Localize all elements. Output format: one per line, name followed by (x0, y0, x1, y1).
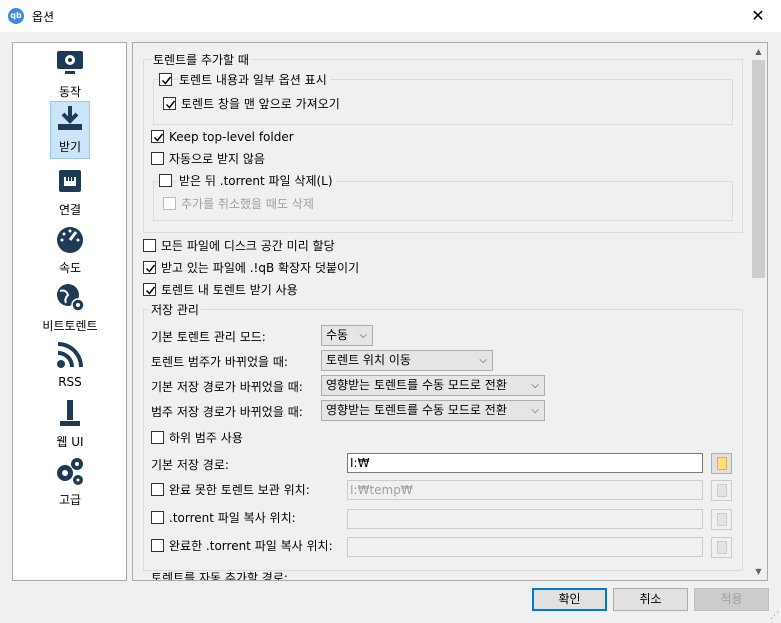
monitor-gear-icon (57, 51, 83, 74)
copy-torrent-checkbox[interactable] (151, 511, 164, 524)
globe-gear-icon (57, 284, 85, 312)
torrent-add-group-title: 토렌트를 추가할 때 (151, 51, 251, 68)
default-path-changed-combo[interactable]: 영향받는 토렌트를 수동 모드로 전환 ⌵ (321, 375, 545, 396)
incomplete-path-checkbox[interactable] (151, 483, 164, 496)
scroll-up-arrow-icon[interactable]: ▲ (750, 43, 767, 60)
sidebar-item-speed[interactable]: 속도 (50, 223, 90, 276)
title-bar: qb 옵션 ✕ (0, 0, 781, 32)
speedometer-icon (57, 227, 83, 253)
chevron-down-icon: ⌵ (531, 405, 539, 416)
subcategories-label: 하위 범주 사용 (169, 431, 243, 445)
folder-icon (717, 541, 727, 554)
mode-combo-value: 수동 (326, 328, 349, 342)
copy-torrent-browse-button (711, 509, 732, 530)
sidebar-item-label: 연결 (58, 203, 82, 217)
incomplete-path-input: I:₩temp₩ (347, 480, 703, 500)
save-path-input[interactable]: I:₩ (347, 453, 703, 473)
options-sidebar: 동작 받기 연결 속도 비트토렌트 RSS 웹 UI 고급 (12, 42, 127, 581)
bring-front-checkbox[interactable] (163, 97, 176, 110)
download-icon (58, 106, 82, 130)
sidebar-item-bittorrent[interactable]: 비트토렌트 (42, 281, 98, 334)
sidebar-item-advanced[interactable]: 고급 (50, 455, 90, 508)
recursive-download-checkbox[interactable] (143, 283, 156, 296)
category-path-changed-value: 영향받는 토렌트를 수동 모드로 전환 (326, 403, 507, 417)
incomplete-path-browse-button (711, 480, 732, 501)
chevron-down-icon: ⌵ (359, 330, 367, 341)
copy-torrent-label: .torrent 파일 복사 위치: (169, 511, 296, 525)
append-ext-checkbox[interactable] (143, 261, 156, 274)
folder-icon (717, 484, 727, 497)
recursive-download-label: 토렌트 내 토렌트 받기 사용 (161, 283, 298, 297)
sidebar-item-label: 웹 UI (56, 435, 84, 449)
ok-button[interactable]: 확인 (532, 588, 607, 611)
subcategories-checkbox[interactable] (151, 431, 164, 444)
delete-torrent-label: 받은 뒤 .torrent 파일 삭제(L) (176, 173, 336, 189)
sidebar-item-behavior[interactable]: 동작 (50, 47, 90, 100)
sidebar-item-label: 속도 (58, 261, 82, 275)
sidebar-item-webui[interactable]: 웹 UI (50, 397, 90, 450)
bring-front-label: 토렌트 창을 맨 앞으로 가져오기 (181, 97, 340, 111)
show-dialog-checkbox[interactable] (159, 73, 172, 86)
preallocate-checkbox[interactable] (143, 239, 156, 252)
no-auto-start-checkbox[interactable] (151, 152, 164, 165)
window-title: 옵션 (32, 10, 55, 24)
web-ui-icon (60, 400, 80, 426)
qbittorrent-app-icon: qb (8, 8, 24, 24)
delete-on-cancel-checkbox (163, 197, 176, 210)
chevron-down-icon: ⌵ (531, 380, 539, 391)
auto-add-group-title: 토렌트를 자동 추가할 경로: (151, 571, 288, 581)
sidebar-item-label: 비트토렌트 (42, 319, 98, 333)
no-auto-start-label: 자동으로 받지 않음 (169, 152, 265, 166)
mode-combo[interactable]: 수동 ⌵ (321, 325, 373, 346)
copy-torrent-input (347, 509, 703, 529)
category-path-changed-combo[interactable]: 영향받는 토렌트를 수동 모드로 전환 ⌵ (321, 400, 545, 421)
resize-grip-icon[interactable]: ⋰ (770, 611, 779, 621)
incomplete-path-label: 완료 못한 토렌트 보관 위치: (169, 483, 310, 497)
sidebar-item-label: 고급 (58, 493, 82, 507)
category-changed-label: 토렌트 범주가 바뀌었을 때: (151, 355, 288, 369)
save-path-browse-button[interactable] (711, 453, 732, 474)
content-scrollbar[interactable]: ▲ ▼ (750, 43, 767, 580)
save-path-label: 기본 저장 경로: (151, 458, 229, 472)
append-ext-label: 받고 있는 파일에 .!qB 확장자 덧붙이기 (161, 261, 360, 275)
network-port-icon (59, 170, 81, 192)
folder-icon (717, 513, 727, 526)
keep-top-folder-checkbox[interactable] (151, 130, 164, 143)
delete-on-cancel-label: 추가를 취소했을 때도 삭제 (181, 197, 314, 211)
copy-finished-checkbox[interactable] (151, 539, 164, 552)
category-path-changed-label: 범주 저장 경로가 바뀌었을 때: (151, 405, 303, 419)
default-path-changed-label: 기본 저장 경로가 바뀌었을 때: (151, 380, 303, 394)
category-changed-combo[interactable]: 토렌트 위치 이동 ⌵ (321, 350, 493, 371)
close-button[interactable]: ✕ (735, 0, 781, 32)
copy-finished-label: 완료한 .torrent 파일 복사 위치: (169, 539, 333, 553)
category-changed-value: 토렌트 위치 이동 (326, 353, 411, 367)
sidebar-item-label: 받기 (58, 140, 82, 154)
default-path-changed-value: 영향받는 토렌트를 수동 모드로 전환 (326, 378, 507, 392)
sidebar-item-label: RSS (58, 375, 82, 389)
scroll-down-arrow-icon[interactable]: ▼ (750, 563, 767, 580)
scroll-thumb[interactable] (752, 60, 765, 278)
sidebar-item-rss[interactable]: RSS (50, 339, 90, 389)
apply-button: 적용 (694, 588, 769, 611)
dialog-client: 동작 받기 연결 속도 비트토렌트 RSS 웹 UI 고급 토렌트를 추가할 때… (0, 32, 781, 623)
cancel-button[interactable]: 취소 (613, 588, 688, 611)
folder-icon (717, 457, 727, 470)
sidebar-item-connection[interactable]: 연결 (50, 165, 90, 218)
copy-finished-input (347, 537, 703, 557)
show-dialog-label: 토렌트 내용과 일부 옵션 표시 (179, 72, 330, 88)
mode-label: 기본 토렌트 관리 모드: (151, 330, 266, 344)
sidebar-item-label: 동작 (58, 85, 82, 99)
copy-finished-browse-button (711, 537, 732, 558)
rss-icon (57, 342, 83, 368)
sidebar-item-downloads[interactable]: 받기 (50, 101, 90, 159)
options-content-panel: 토렌트를 추가할 때 토렌트 내용과 일부 옵션 표시 토렌트 창을 맨 앞으로… (132, 42, 768, 581)
storage-group-title: 저장 관리 (149, 301, 201, 318)
preallocate-label: 모든 파일에 디스크 공간 미리 할당 (161, 239, 335, 253)
keep-top-folder-label: Keep top-level folder (169, 130, 294, 144)
gears-icon (57, 458, 83, 485)
delete-torrent-checkbox[interactable] (159, 174, 172, 187)
chevron-down-icon: ⌵ (479, 355, 487, 366)
